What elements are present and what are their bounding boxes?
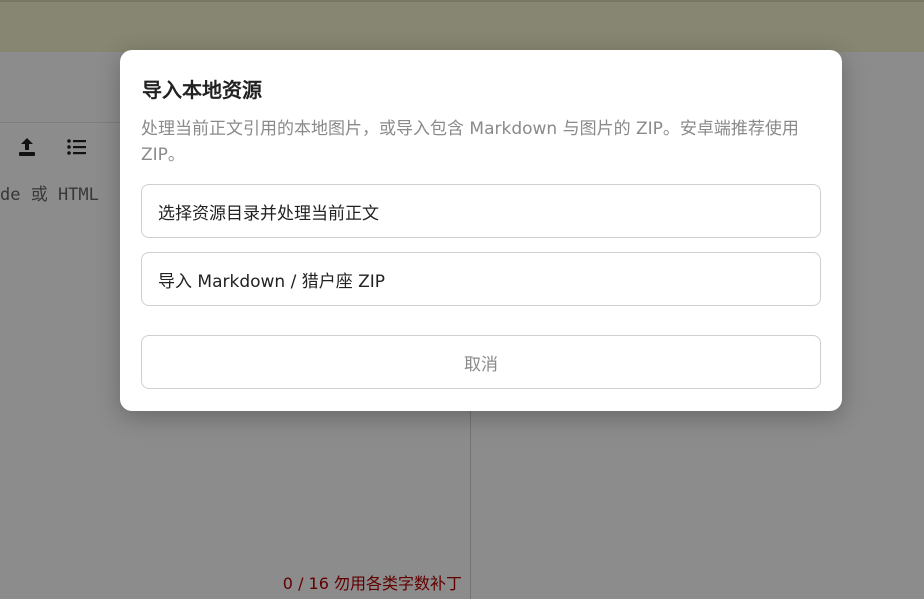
dialog-description: 处理当前正文引用的本地图片，或导入包含 Markdown 与图片的 ZIP。安卓… <box>141 119 799 165</box>
import-zip-button[interactable]: 导入 Markdown / 猎户座 ZIP <box>141 252 821 306</box>
import-resources-dialog: 导入本地资源 处理当前正文引用的本地图片，或导入包含 Markdown 与图片的… <box>120 50 842 411</box>
choose-directory-button[interactable]: 选择资源目录并处理当前正文 <box>141 184 821 238</box>
dialog-title: 导入本地资源 <box>142 78 262 102</box>
app-page: de 或 HTML 0 / 16 勿用各类字数补丁 导入本地资源 处理当前正文引… <box>0 0 924 599</box>
cancel-button[interactable]: 取消 <box>141 335 821 389</box>
